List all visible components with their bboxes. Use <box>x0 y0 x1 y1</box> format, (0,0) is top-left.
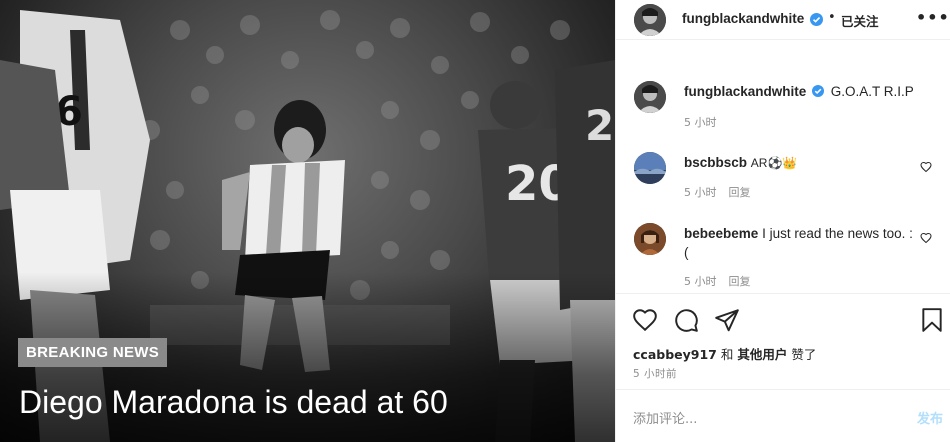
photo-headline: Diego Maradona is dead at 60 <box>19 384 448 420</box>
liker-username[interactable]: ccabbey917 <box>633 347 717 362</box>
breaking-news-badge: BREAKING NEWS <box>18 338 168 367</box>
other-likers-link[interactable]: 其他用户 <box>737 347 787 362</box>
heart-icon[interactable] <box>920 161 932 173</box>
comment-input[interactable]: 添加评论... <box>633 408 697 427</box>
jersey-number: 2 <box>585 101 614 150</box>
bookmark-icon[interactable] <box>919 307 945 333</box>
caption-avatar[interactable] <box>634 81 666 113</box>
post-comment-button[interactable]: 发布 <box>917 408 943 427</box>
add-comment-bar: 添加评论... 发布 <box>616 389 950 442</box>
comment-time[interactable]: 5 小时 <box>684 275 717 288</box>
caption: fungblackandwhite G.O.A.T R.I.P <box>684 82 944 101</box>
following-button[interactable]: 已关注 <box>841 11 879 30</box>
reply-button[interactable]: 回复 <box>729 186 751 199</box>
caption-time[interactable]: 5 小时 <box>684 116 717 129</box>
post-side-panel: fungblackandwhite • 已关注 ••• fungblackand… <box>615 0 950 442</box>
comment-meta: 5 小时 回复 <box>684 184 751 200</box>
author-username[interactable]: fungblackandwhite <box>682 11 804 26</box>
author-avatar[interactable] <box>634 4 666 36</box>
likes-joiner: 和 <box>720 347 734 362</box>
verified-badge-icon <box>812 85 825 97</box>
post-actions: ccabbey917 和 其他用户 赞了 5 小时前 添加评论... 发布 <box>616 293 950 442</box>
header-separator: • <box>828 10 836 25</box>
reply-button[interactable]: 回复 <box>729 275 751 288</box>
heart-icon[interactable] <box>632 307 658 333</box>
more-options-icon[interactable]: ••• <box>916 8 950 27</box>
comment: bebeebeme I just read the news too. :( <box>684 224 914 262</box>
comment-username[interactable]: bebeebeme <box>684 226 758 241</box>
heart-icon[interactable] <box>920 232 932 244</box>
comment-time[interactable]: 5 小时 <box>684 186 717 199</box>
comment-meta: 5 小时 回复 <box>684 273 751 289</box>
verified-badge-icon <box>810 13 823 26</box>
comment-username[interactable]: bscbbscb <box>684 155 747 170</box>
comment-text: AR⚽👑 <box>750 156 798 170</box>
likes-suffix: 赞了 <box>791 347 817 362</box>
commenter-avatar[interactable] <box>634 223 666 255</box>
caption-text: G.O.A.T R.I.P <box>830 84 914 99</box>
likes-summary: ccabbey917 和 其他用户 赞了 <box>633 344 816 363</box>
comment: bscbbscb AR⚽👑 <box>684 153 914 173</box>
caption-username[interactable]: fungblackandwhite <box>684 84 806 99</box>
caption-meta: 5 小时 <box>684 114 717 130</box>
commenter-avatar[interactable] <box>634 152 666 184</box>
post-header: fungblackandwhite • 已关注 ••• <box>616 0 950 40</box>
post-timestamp[interactable]: 5 小时前 <box>633 366 677 381</box>
instagram-post-window: 6 20 2 BREAKING NEWS Diego Maradona is d… <box>0 0 950 442</box>
share-icon[interactable] <box>714 307 740 333</box>
post-photo[interactable]: 6 20 2 BREAKING NEWS Diego Maradona is d… <box>0 0 615 442</box>
comment-icon[interactable] <box>673 307 699 333</box>
